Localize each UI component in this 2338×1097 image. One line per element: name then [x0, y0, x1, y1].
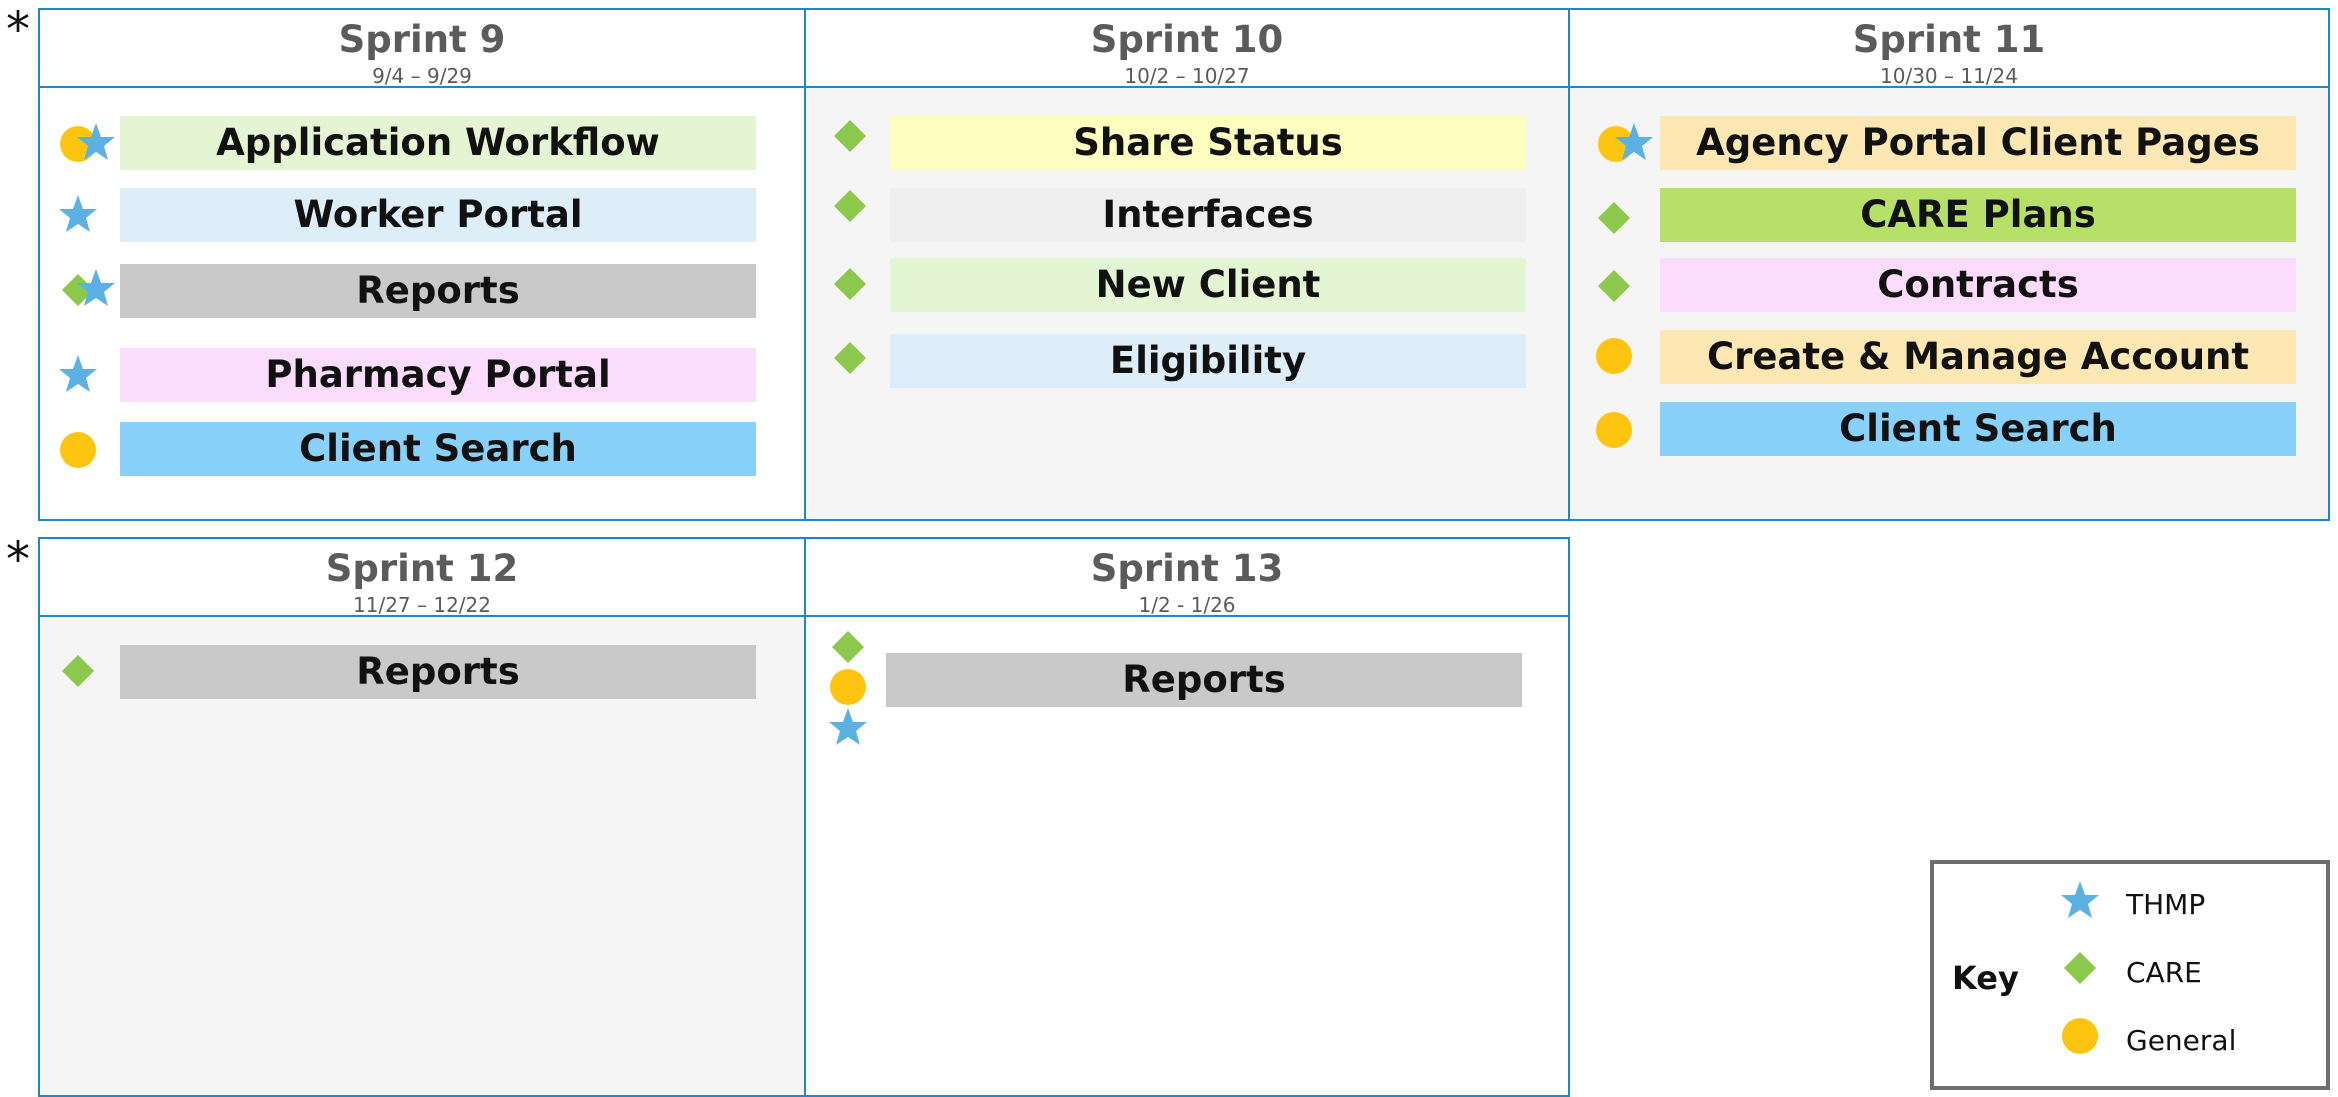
- general-icon: [58, 430, 98, 470]
- sprint-11-panel: Sprint 11 10/30 – 11/24 Agency Portal Cl…: [1568, 8, 2330, 521]
- row-2-marker: *: [6, 532, 30, 588]
- sprint-10-body: Share Status Interfaces New Client Eligi…: [806, 88, 1568, 519]
- thmp-icon: [58, 194, 98, 234]
- sprint-12-dates: 11/27 – 12/22: [353, 593, 491, 617]
- feature-bar: CARE Plans: [1660, 188, 2296, 242]
- sprint-13-header: Sprint 13 1/2 - 1/26: [806, 539, 1568, 617]
- sprint-9-panel: Sprint 9 9/4 – 9/29 Application Workflow…: [38, 8, 806, 521]
- general-icon: [1594, 410, 1634, 450]
- sprint-10-header: Sprint 10 10/2 – 10/27: [806, 10, 1568, 88]
- feature-bar: Worker Portal: [120, 188, 756, 242]
- sprint-9-header: Sprint 9 9/4 – 9/29: [40, 10, 804, 88]
- sprint-12-title: Sprint 12: [325, 547, 519, 590]
- general-icon: [828, 667, 868, 707]
- sprint-12-header: Sprint 12 11/27 – 12/22: [40, 539, 804, 617]
- thmp-icon: [1614, 122, 1654, 162]
- sprint-11-header: Sprint 11 10/30 – 11/24: [1570, 10, 2328, 88]
- general-icon: [2060, 1016, 2100, 1056]
- sprint-12-panel: Sprint 12 11/27 – 12/22 Reports: [38, 537, 806, 1097]
- feature-bar: Contracts: [1660, 258, 2296, 312]
- feature-bar: Share Status: [890, 116, 1526, 170]
- sprint-11-title: Sprint 11: [1852, 18, 2046, 61]
- care-icon: [1594, 266, 1634, 306]
- sprint-9-dates: 9/4 – 9/29: [372, 64, 472, 88]
- care-icon: [830, 264, 870, 304]
- general-icon: [1594, 336, 1634, 376]
- feature-bar: Reports: [886, 653, 1522, 707]
- care-icon: [1594, 198, 1634, 238]
- feature-bar: Create & Manage Account: [1660, 330, 2296, 384]
- feature-bar: Reports: [120, 645, 756, 699]
- sprint-12-body: Reports: [40, 617, 804, 1095]
- sprint-13-dates: 1/2 - 1/26: [1138, 593, 1236, 617]
- key-label-care: CARE: [2126, 956, 2202, 989]
- key-label-thmp: THMP: [2126, 888, 2206, 921]
- care-icon: [828, 627, 868, 667]
- feature-bar: Client Search: [1660, 402, 2296, 456]
- sprint-13-panel: Sprint 13 1/2 - 1/26 Reports: [804, 537, 1570, 1097]
- sprint-13-title: Sprint 13: [1090, 547, 1284, 590]
- sprint-13-body: Reports: [806, 617, 1568, 1095]
- sprint-11-body: Agency Portal Client Pages CARE Plans Co…: [1570, 88, 2328, 519]
- feature-bar: New Client: [890, 258, 1526, 312]
- sprint-10-dates: 10/2 – 10/27: [1124, 64, 1250, 88]
- feature-bar: Agency Portal Client Pages: [1660, 116, 2296, 170]
- feature-bar: Pharmacy Portal: [120, 348, 756, 402]
- thmp-icon: [828, 707, 868, 747]
- feature-bar: Client Search: [120, 422, 756, 476]
- sprint-9-body: Application Workflow Worker Portal Repor…: [40, 88, 804, 519]
- thmp-icon: [76, 122, 116, 162]
- key-label-general: General: [2126, 1024, 2237, 1057]
- sprint-11-dates: 10/30 – 11/24: [1880, 64, 2018, 88]
- care-icon: [2060, 948, 2100, 988]
- thmp-icon: [76, 268, 116, 308]
- thmp-icon: [58, 354, 98, 394]
- sprint-9-title: Sprint 9: [338, 18, 506, 61]
- key-title: Key: [1952, 959, 2019, 997]
- care-icon: [830, 186, 870, 226]
- care-icon: [58, 651, 98, 691]
- feature-bar: Application Workflow: [120, 116, 756, 170]
- row-1-marker: *: [6, 2, 30, 58]
- thmp-icon: [2060, 880, 2100, 920]
- care-icon: [830, 338, 870, 378]
- feature-bar: Reports: [120, 264, 756, 318]
- feature-bar: Interfaces: [890, 188, 1526, 242]
- feature-bar: Eligibility: [890, 334, 1526, 388]
- care-icon: [830, 116, 870, 156]
- sprint-10-title: Sprint 10: [1090, 18, 1284, 61]
- sprint-10-panel: Sprint 10 10/2 – 10/27 Share Status Inte…: [804, 8, 1570, 521]
- legend-key: Key THMP CARE General: [1930, 860, 2330, 1090]
